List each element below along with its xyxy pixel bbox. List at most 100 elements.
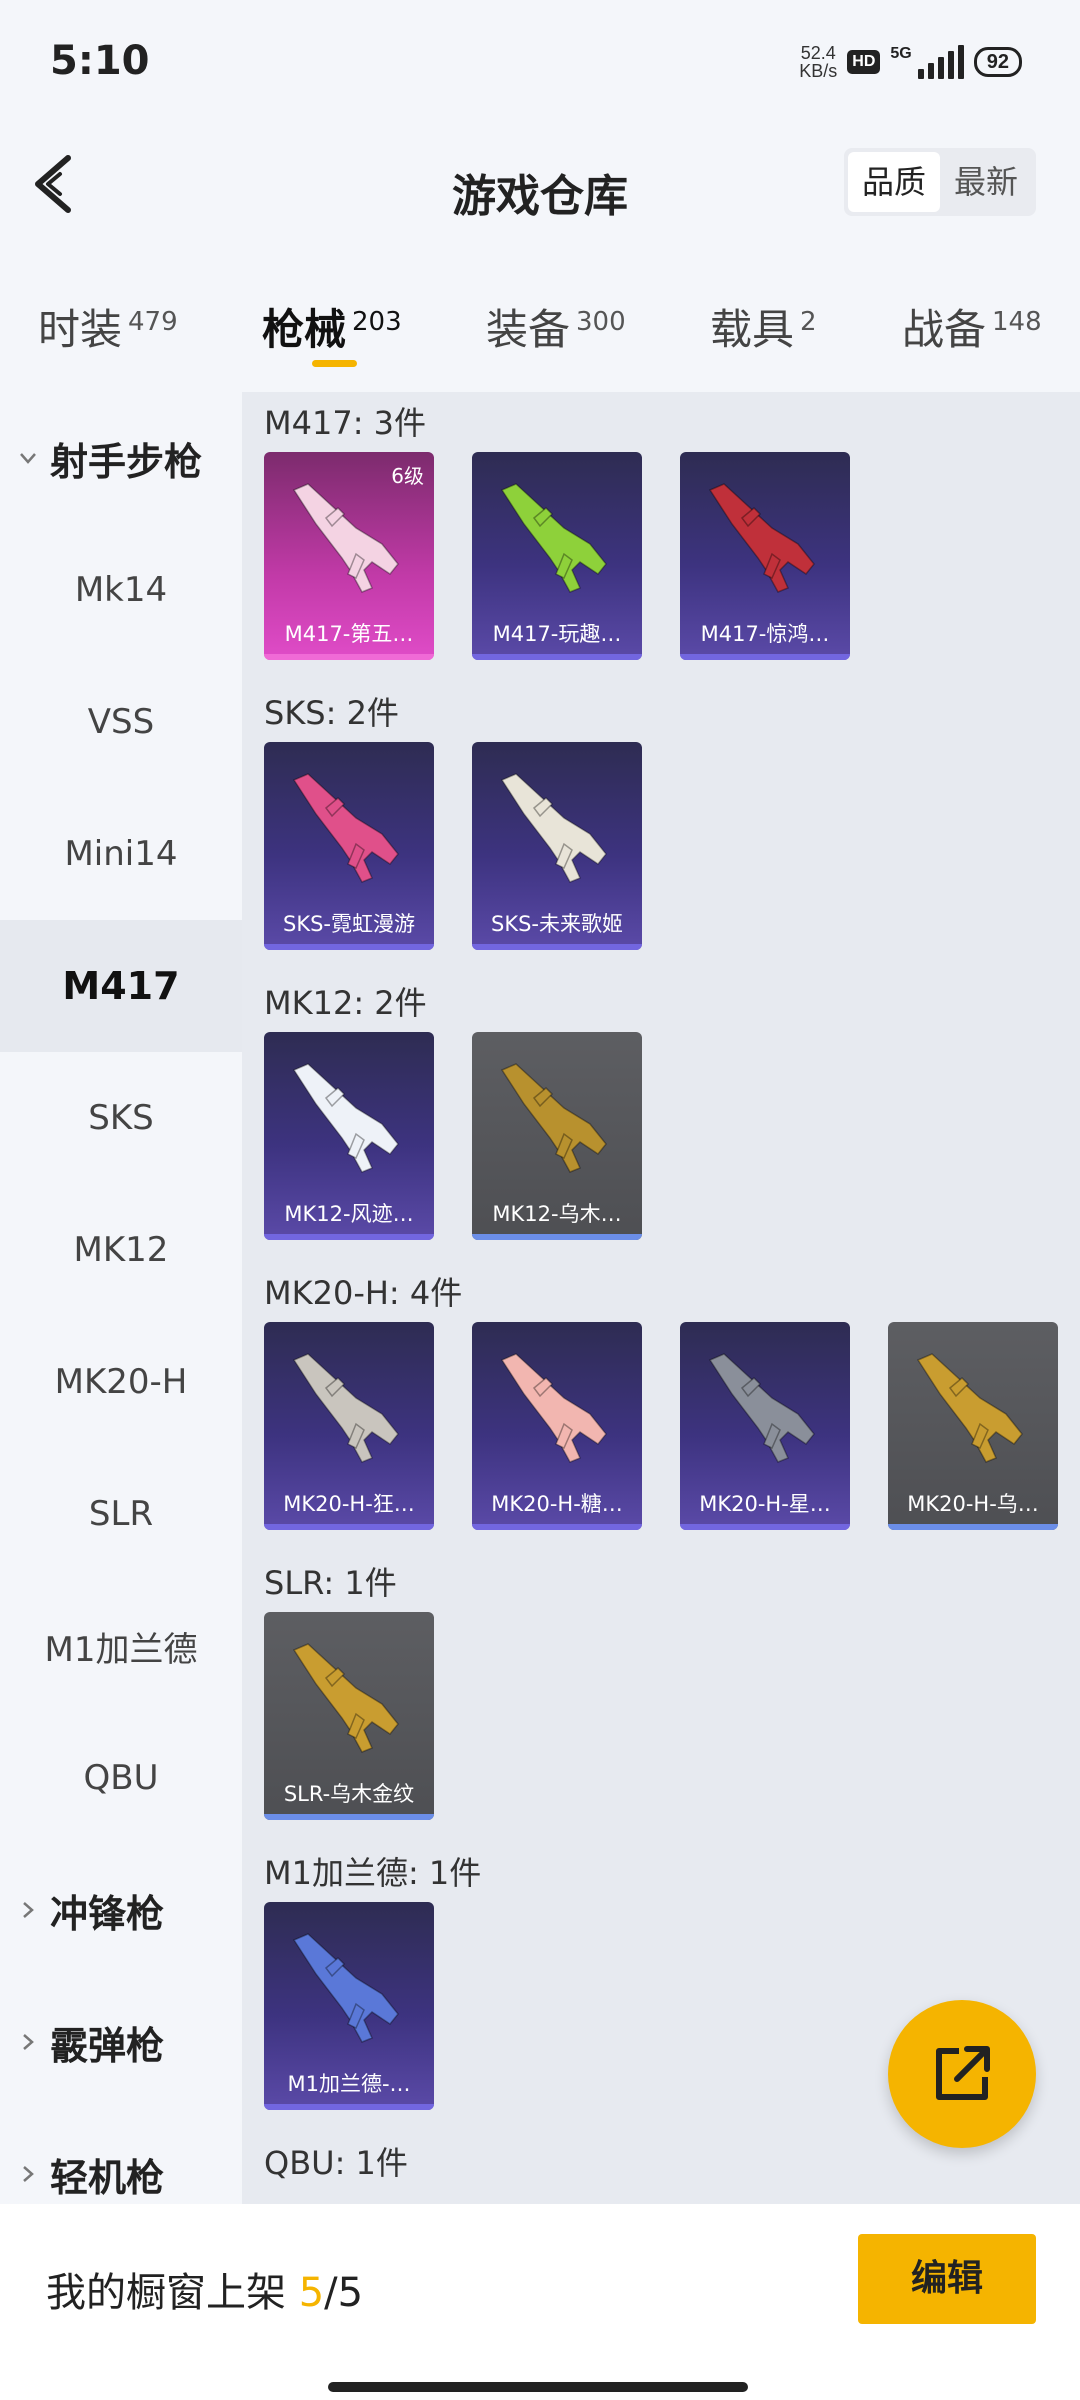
- skin-card[interactable]: MK12-乌木…: [472, 1032, 642, 1240]
- rifle-icon: [500, 1353, 607, 1463]
- active-tab-indicator: [312, 360, 357, 367]
- rarity-strip: [264, 1814, 434, 1820]
- skin-card[interactable]: MK20-H-乌…: [888, 1322, 1058, 1530]
- home-indicator: [328, 2382, 748, 2392]
- sidebar-item-mk20h[interactable]: MK20-H: [0, 1316, 242, 1448]
- rarity-strip: [472, 1234, 642, 1240]
- rarity-strip: [472, 654, 642, 660]
- skin-name: M417-惊鸿…: [700, 622, 830, 646]
- chevron-right-icon: [23, 1902, 34, 1918]
- tab-vehicles[interactable]: 载具 2: [710, 296, 817, 357]
- rarity-strip: [264, 1234, 434, 1240]
- rifle-icon: [292, 483, 399, 593]
- chevron-down-icon: [20, 453, 36, 464]
- sidebar-category-marksman[interactable]: 射手步枪: [18, 392, 202, 524]
- rifle-icon: [500, 1063, 607, 1173]
- skin-name: M1加兰德-…: [287, 2072, 411, 2096]
- status-bar: 5:10 52.4 KB/s HD 5G 92: [0, 0, 1080, 130]
- edit-button[interactable]: 编辑: [858, 2234, 1036, 2324]
- skin-card[interactable]: SKS-未来歌姬: [472, 742, 642, 950]
- sidebar-item-sks[interactable]: SKS: [0, 1052, 242, 1184]
- skin-card[interactable]: MK20-H-狂…: [264, 1322, 434, 1530]
- sidebar-category-shotgun[interactable]: 霰弹枪: [18, 1976, 164, 2108]
- sidebar-item-mini14[interactable]: Mini14: [0, 788, 242, 920]
- group-title: MK12: 2件: [264, 984, 427, 1022]
- sidebar-category-smg[interactable]: 冲锋枪: [18, 1844, 164, 1976]
- showcase-total: 5: [337, 2270, 364, 2316]
- rifle-icon: [500, 483, 607, 593]
- sidebar-item-m417[interactable]: M417: [0, 920, 242, 1052]
- skin-card[interactable]: 6级 M417-第五…: [264, 452, 434, 660]
- tab-equipment[interactable]: 装备 300: [486, 296, 626, 357]
- skin-name: SLR-乌木金纹: [283, 1782, 415, 1806]
- group-title: MK20-H: 4件: [264, 1274, 463, 1312]
- rarity-strip: [888, 1524, 1058, 1530]
- category-tabs: 时装 479 枪械 203 装备 300 载具 2 战备 148: [0, 270, 1080, 380]
- sidebar-category-lmg[interactable]: 轻机枪: [18, 2108, 164, 2204]
- sidebar-item-mk12[interactable]: MK12: [0, 1184, 242, 1316]
- skin-name: M417-第五…: [284, 622, 414, 646]
- rarity-strip: [680, 654, 850, 660]
- rifle-icon: [292, 1643, 399, 1753]
- skin-name: MK12-风迹…: [284, 1202, 414, 1226]
- rifle-icon: [292, 1933, 399, 2043]
- sort-latest[interactable]: 最新: [940, 152, 1032, 212]
- signal-icon: 5G: [890, 45, 964, 79]
- external-link-icon: [936, 2046, 990, 2100]
- battery-icon: 92: [973, 47, 1022, 77]
- rarity-strip: [264, 944, 434, 950]
- rifle-icon: [708, 1353, 815, 1463]
- rifle-icon: [292, 773, 399, 883]
- status-icons: 52.4 KB/s HD 5G 92: [799, 44, 1022, 80]
- chevron-right-icon: [23, 2166, 34, 2182]
- group-title: M417: 3件: [264, 404, 427, 442]
- skin-card[interactable]: SKS-霓虹漫游: [264, 742, 434, 950]
- hd-icon: HD: [847, 50, 881, 74]
- group-title: SLR: 1件: [264, 1564, 397, 1602]
- sidebar-item-qbu[interactable]: QBU: [0, 1712, 242, 1844]
- sidebar: 射手步枪 Mk14 VSS Mini14 M417 SKS MK12 MK20-…: [0, 392, 242, 2204]
- rarity-strip: [472, 944, 642, 950]
- group-title: M1加兰德: 1件: [264, 1854, 482, 1892]
- rarity-strip: [264, 654, 434, 660]
- skin-name: M417-玩趣…: [492, 622, 622, 646]
- tab-supplies[interactable]: 战备 148: [902, 296, 1042, 357]
- showcase-status: 我的橱窗上架 5/5: [46, 2270, 364, 2316]
- chevron-right-icon: [23, 2034, 34, 2050]
- skin-card[interactable]: M1加兰德-…: [264, 1902, 434, 2110]
- skin-name: MK20-H-乌…: [907, 1492, 1039, 1516]
- rifle-icon: [292, 1353, 399, 1463]
- skin-card[interactable]: MK12-风迹…: [264, 1032, 434, 1240]
- share-button[interactable]: [888, 2000, 1036, 2148]
- tab-guns[interactable]: 枪械 203: [262, 296, 402, 357]
- rifle-icon: [292, 1063, 399, 1173]
- skin-card[interactable]: MK20-H-糖…: [472, 1322, 642, 1530]
- skin-name: MK20-H-狂…: [283, 1492, 415, 1516]
- rarity-strip: [264, 1524, 434, 1530]
- sort-toggle: 品质 最新: [843, 148, 1036, 216]
- skin-name: SKS-霓虹漫游: [282, 912, 415, 936]
- skin-card[interactable]: SLR-乌木金纹: [264, 1612, 434, 1820]
- rarity-strip: [680, 1524, 850, 1530]
- sidebar-item-slr[interactable]: SLR: [0, 1448, 242, 1580]
- sidebar-item-m1garand[interactable]: M1加兰德: [0, 1580, 242, 1712]
- level-badge: 6级: [391, 464, 424, 488]
- rifle-icon: [500, 773, 607, 883]
- app-header: 游戏仓库 品质 最新: [0, 130, 1080, 240]
- clock: 5:10: [50, 38, 150, 84]
- sidebar-item-mk14[interactable]: Mk14: [0, 524, 242, 656]
- tab-fashion[interactable]: 时装 479: [38, 296, 178, 357]
- rarity-strip: [472, 1524, 642, 1530]
- sort-quality[interactable]: 品质: [847, 152, 940, 212]
- skin-name: MK12-乌木…: [492, 1202, 622, 1226]
- skin-card[interactable]: MK20-H-星…: [680, 1322, 850, 1530]
- group-title: QBU: 1件: [264, 2144, 408, 2182]
- rifle-icon: [708, 483, 815, 593]
- sidebar-item-vss[interactable]: VSS: [0, 656, 242, 788]
- showcase-bar: 我的橱窗上架 5/5 编辑: [0, 2204, 1080, 2400]
- group-title: SKS: 2件: [264, 694, 399, 732]
- skin-name: MK20-H-星…: [699, 1492, 831, 1516]
- rifle-icon: [916, 1353, 1023, 1463]
- skin-card[interactable]: M417-玩趣…: [472, 452, 642, 660]
- skin-card[interactable]: M417-惊鸿…: [680, 452, 850, 660]
